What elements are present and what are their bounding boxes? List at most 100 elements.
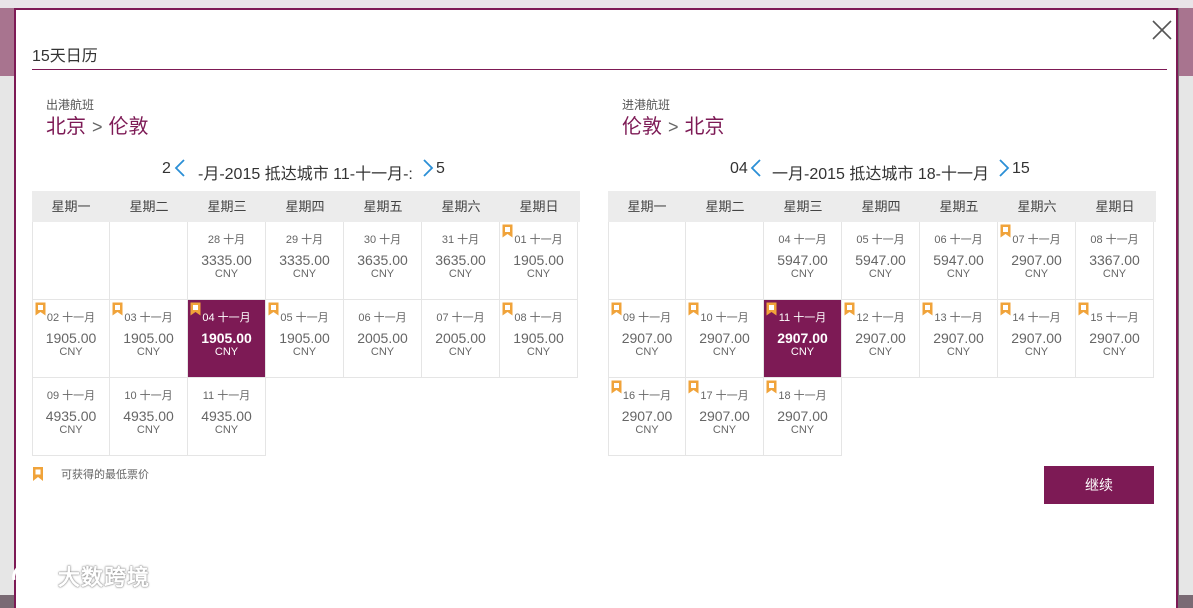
day-date: 17 十一月 xyxy=(700,390,749,402)
weekday-header: 星期日 xyxy=(1095,199,1135,214)
day-price: 2907.00 xyxy=(621,330,673,346)
day-currency: CNY xyxy=(1102,268,1127,280)
day-price: 4935.00 xyxy=(201,408,252,424)
day-price: 2005.00 xyxy=(435,330,486,346)
inbound-nav-suffix: 15 xyxy=(1012,160,1030,177)
weekday-header: 星期三 xyxy=(783,199,823,214)
route-arrow-icon: > xyxy=(92,117,103,137)
calendar-day-cell[interactable]: 04 十一月 1905.00 CNY xyxy=(188,300,266,378)
calendar-blank-cell xyxy=(686,222,764,300)
outbound-nav-range: -月-2015 抵达城市 11-十一月-: xyxy=(198,166,413,183)
weekday-header: 星期一 xyxy=(627,199,667,214)
day-price: 1905.00 xyxy=(279,330,330,346)
calendar-day-cell[interactable]: 08 十一月 1905.00 CNY xyxy=(500,300,578,378)
calendar-day-cell[interactable]: 04 十一月 5947.00 CNY xyxy=(764,222,842,300)
day-currency: CNY xyxy=(1024,346,1049,358)
calendar-day-cell[interactable]: 02 十一月 1905.00 CNY xyxy=(32,300,110,378)
day-date: 04 十一月 xyxy=(778,234,827,246)
day-date: 06 十一月 xyxy=(358,312,407,324)
calendar-day-cell[interactable]: 30 十月 3635.00 CNY xyxy=(344,222,422,300)
day-price: 3367.00 xyxy=(1089,252,1140,268)
day-price: 3335.00 xyxy=(201,252,252,268)
day-currency: CNY xyxy=(448,268,473,280)
calendar-day-cell[interactable]: 15 十一月 2907.00 CNY xyxy=(1076,300,1154,378)
day-currency: CNY xyxy=(370,346,395,358)
day-currency: CNY xyxy=(526,346,551,358)
day-date: 30 十月 xyxy=(363,234,402,246)
day-currency: CNY xyxy=(214,268,239,280)
calendar-day-cell[interactable]: 09 十一月 4935.00 CNY xyxy=(32,378,110,456)
day-price: 2907.00 xyxy=(855,330,906,346)
day-price: 5947.00 xyxy=(855,252,906,268)
calendar-day-cell[interactable]: 13 十一月 2907.00 CNY xyxy=(920,300,998,378)
day-currency: CNY xyxy=(59,424,83,436)
calendar-day-cell[interactable]: 31 十月 3635.00 CNY xyxy=(422,222,500,300)
weekday-header: 星期五 xyxy=(363,199,403,214)
outbound-prev-icon[interactable] xyxy=(174,158,186,178)
calendar-blank-cell xyxy=(608,222,686,300)
day-date: 16 十一月 xyxy=(622,390,672,402)
calendar-day-cell[interactable]: 28 十月 3335.00 CNY xyxy=(188,222,266,300)
inbound-from-city: 伦敦 xyxy=(622,116,662,138)
calendar-day-cell[interactable]: 05 十一月 1905.00 CNY xyxy=(266,300,344,378)
day-price: 3635.00 xyxy=(357,252,408,268)
day-date: 31 十月 xyxy=(441,234,480,246)
day-price: 1905.00 xyxy=(513,330,564,346)
day-price: 3635.00 xyxy=(435,252,486,268)
calendar-day-cell[interactable]: 03 十一月 1905.00 CNY xyxy=(110,300,188,378)
continue-button[interactable]: 继续 xyxy=(1044,466,1154,504)
route-arrow-icon: > xyxy=(668,117,679,137)
day-currency: CNY xyxy=(526,268,551,280)
calendar-day-cell[interactable]: 11 十一月 4935.00 CNY xyxy=(188,378,266,456)
day-date: 07 十一月 xyxy=(1012,234,1061,246)
day-price: 2907.00 xyxy=(1011,252,1062,268)
calendar-day-cell[interactable]: 07 十一月 2907.00 CNY xyxy=(998,222,1076,300)
outbound-nav-suffix: 5 xyxy=(436,160,445,177)
day-currency: CNY xyxy=(59,346,83,358)
calendar-day-cell[interactable]: 06 十一月 5947.00 CNY xyxy=(920,222,998,300)
calendar-day-cell[interactable]: 16 十一月 2907.00 CNY xyxy=(608,378,686,456)
calendar-day-cell[interactable]: 14 十一月 2907.00 CNY xyxy=(998,300,1076,378)
calendar-day-cell[interactable]: 05 十一月 5947.00 CNY xyxy=(842,222,920,300)
day-price: 5947.00 xyxy=(933,252,984,268)
watermark-text: 大数跨境 xyxy=(58,565,151,590)
calendar-day-cell[interactable]: 10 十一月 4935.00 CNY xyxy=(110,378,188,456)
day-date: 04 十一月 xyxy=(202,312,251,324)
close-icon[interactable] xyxy=(1150,18,1174,42)
day-date: 11 十一月 xyxy=(778,312,827,324)
day-price: 2907.00 xyxy=(699,330,750,346)
day-price: 2907.00 xyxy=(1011,330,1062,346)
day-currency: CNY xyxy=(370,268,395,280)
day-date: 07 十一月 xyxy=(436,312,485,324)
day-price: 2907.00 xyxy=(777,330,828,346)
title-divider xyxy=(32,69,1167,70)
outbound-next-icon[interactable] xyxy=(422,158,434,178)
inbound-next-icon[interactable] xyxy=(998,158,1010,178)
calendar-day-cell[interactable]: 12 十一月 2907.00 CNY xyxy=(842,300,920,378)
calendar-day-cell[interactable]: 07 十一月 2005.00 CNY xyxy=(422,300,500,378)
inbound-nav-prefix: 04 xyxy=(730,160,748,177)
inbound-prev-icon[interactable] xyxy=(750,158,762,178)
calendar-day-cell[interactable]: 01 十一月 1905.00 CNY xyxy=(500,222,578,300)
calendar-blank-cell xyxy=(32,222,110,300)
page-background-right xyxy=(1179,76,1193,595)
day-price: 1905.00 xyxy=(123,330,174,346)
weekday-header: 星期四 xyxy=(861,199,901,214)
day-date: 18 十一月 xyxy=(778,390,827,402)
calendar-day-cell[interactable]: 06 十一月 2005.00 CNY xyxy=(344,300,422,378)
calendar-day-cell[interactable]: 11 十一月 2907.00 CNY xyxy=(764,300,842,378)
day-price: 2907.00 xyxy=(933,330,984,346)
calendar-day-cell[interactable]: 17 十一月 2907.00 CNY xyxy=(686,378,764,456)
day-date: 28 十月 xyxy=(207,234,246,246)
day-date: 08 十一月 xyxy=(514,312,563,324)
calendar-modal: 15天日历 出港航班 北京 > 伦敦 2 -月-2015 抵达城市 11-十一月-:… xyxy=(14,8,1178,608)
outbound-from-city: 北京 xyxy=(46,116,86,138)
calendar-day-cell[interactable]: 09 十一月 2907.00 CNY xyxy=(608,300,686,378)
day-date: 05 十一月 xyxy=(856,234,905,246)
calendar-day-cell[interactable]: 08 十一月 3367.00 CNY xyxy=(1076,222,1154,300)
calendar-day-cell[interactable]: 10 十一月 2907.00 CNY xyxy=(686,300,764,378)
calendar-day-cell[interactable]: 18 十一月 2907.00 CNY xyxy=(764,378,842,456)
day-currency: CNY xyxy=(214,424,239,436)
day-currency: CNY xyxy=(635,424,659,436)
calendar-day-cell[interactable]: 29 十月 3335.00 CNY xyxy=(266,222,344,300)
